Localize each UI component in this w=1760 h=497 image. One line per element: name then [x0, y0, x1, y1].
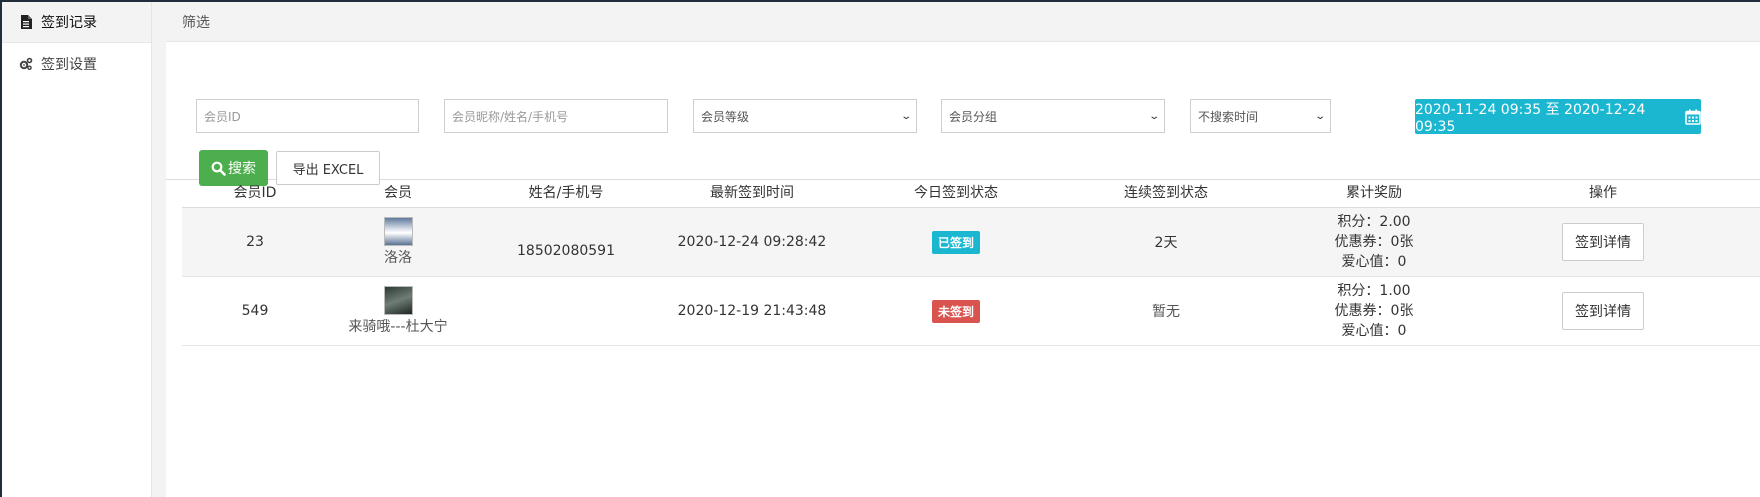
points-value: 2.00	[1379, 214, 1411, 230]
sidebar-item-sign-settings[interactable]: 签到设置	[2, 43, 151, 84]
sidebar-item-sign-records[interactable]: 签到记录	[2, 2, 151, 43]
avatar	[383, 217, 413, 246]
action-cell: 签到详情	[1488, 292, 1718, 330]
col-reward: 累计奖励	[1346, 184, 1402, 201]
reward-cell: 积分：1.00 优惠券：0张 爱心值：0	[1260, 281, 1488, 341]
last-sign-time: 2020-12-19 21:43:48	[677, 303, 827, 319]
today-status-cell: 未签到	[840, 299, 1072, 323]
avatar	[383, 286, 413, 315]
member-id: 23	[246, 234, 264, 250]
table-header: 会员ID 会员 姓名/手机号 最新签到时间 今日签到状态 连续签到状态 累计奖励…	[182, 176, 1760, 208]
reward-cell: 积分：2.00 优惠券：0张 爱心值：0	[1260, 212, 1488, 272]
coupon-value: 0张	[1390, 234, 1414, 250]
search-label: 搜索	[228, 161, 256, 177]
filter-area: 会员ID 会员昵称/姓名/手机号 会员等级 ⌄ 会员分组 ⌄ 不搜索时间 ⌄ 2…	[166, 42, 1760, 186]
name-phone-input[interactable]: 会员昵称/姓名/手机号	[444, 99, 668, 133]
phone-value: 18502080591	[517, 243, 615, 259]
col-action: 操作	[1589, 184, 1617, 201]
love-label: 爱心值：	[1341, 254, 1398, 270]
panel-title: 筛选	[166, 2, 1760, 42]
col-member: 会员	[384, 184, 412, 201]
search-icon	[211, 161, 226, 176]
streak: 2天	[1154, 235, 1178, 251]
app-frame: 签到记录 签到设置 筛选 会员ID 会员昵称/姓名/手机号 会员等级 ⌄ 会员分…	[2, 2, 1760, 497]
calendar-icon	[1685, 109, 1701, 125]
sidebar-item-label: 签到记录	[41, 15, 97, 31]
today-status-cell: 已签到	[840, 230, 1072, 254]
member-name: 来骑哦---杜大宁	[348, 319, 448, 335]
member-group-value: 会员分组	[949, 109, 998, 124]
status-badge: 未签到	[931, 299, 980, 323]
points-label: 积分：	[1337, 214, 1380, 230]
coupon-value: 0张	[1390, 303, 1414, 319]
member-id-input[interactable]: 会员ID	[196, 99, 419, 133]
main-panel: 筛选 会员ID 会员昵称/姓名/手机号 会员等级 ⌄ 会员分组 ⌄ 不搜索时间 …	[166, 2, 1760, 497]
col-today-status: 今日签到状态	[914, 184, 998, 201]
coupon-label: 优惠券：	[1334, 303, 1391, 319]
coupon-label: 优惠券：	[1334, 234, 1391, 250]
col-last-sign-time: 最新签到时间	[710, 184, 794, 201]
chevron-down-icon: ⌄	[1147, 110, 1160, 122]
member-group-select[interactable]: 会员分组 ⌄	[941, 99, 1165, 133]
date-range-text: 2020-11-24 09:35 至 2020-12-24 09:35	[1415, 101, 1646, 135]
action-cell: 签到详情	[1488, 223, 1718, 261]
table-row: 23 洛洛 18502080591 2020-12-24 09:28:42 已签…	[182, 208, 1760, 277]
love-value: 0	[1397, 323, 1407, 339]
reward-coupons: 优惠券：0张	[1335, 301, 1414, 321]
time-filter-select[interactable]: 不搜索时间 ⌄	[1190, 99, 1331, 133]
last-sign-time: 2020-12-24 09:28:42	[677, 234, 827, 250]
col-member-id: 会员ID	[233, 184, 277, 201]
sign-detail-button[interactable]: 签到详情	[1562, 223, 1644, 261]
reward-points: 积分：2.00	[1337, 212, 1410, 232]
sign-detail-button[interactable]: 签到详情	[1562, 292, 1644, 330]
member-id: 549	[241, 303, 269, 319]
points-value: 1.00	[1379, 283, 1411, 299]
points-label: 积分：	[1337, 283, 1380, 299]
reward-points: 积分：1.00	[1337, 281, 1410, 301]
streak: 暂无	[1152, 304, 1180, 320]
love-label: 爱心值：	[1341, 323, 1398, 339]
member-level-select[interactable]: 会员等级 ⌄	[693, 99, 917, 133]
member-name: 洛洛	[384, 250, 412, 266]
member-cell: 来骑哦---杜大宁	[328, 286, 468, 336]
time-filter-value: 不搜索时间	[1198, 109, 1259, 124]
member-level-value: 会员等级	[701, 109, 750, 124]
gears-icon	[19, 57, 33, 71]
chevron-down-icon: ⌄	[899, 110, 912, 122]
table-row: 549 来骑哦---杜大宁 2020-12-19 21:43:48 未签到 暂无…	[182, 277, 1760, 346]
love-value: 0	[1397, 254, 1407, 270]
chevron-down-icon: ⌄	[1313, 110, 1326, 122]
sidebar-item-label: 签到设置	[41, 56, 97, 73]
reward-love: 爱心值：0	[1342, 321, 1407, 341]
file-icon	[19, 15, 33, 29]
name-phone: 18502080591	[468, 225, 664, 259]
col-streak: 连续签到状态	[1124, 184, 1208, 201]
date-range-button[interactable]: 2020-11-24 09:35 至 2020-12-24 09:35	[1415, 99, 1701, 135]
reward-coupons: 优惠券：0张	[1335, 232, 1414, 252]
status-badge: 已签到	[931, 230, 980, 254]
member-cell: 洛洛	[328, 217, 468, 267]
reward-love: 爱心值：0	[1342, 252, 1407, 272]
sidebar: 签到记录 签到设置	[2, 2, 152, 497]
col-name-phone: 姓名/手机号	[528, 184, 604, 201]
